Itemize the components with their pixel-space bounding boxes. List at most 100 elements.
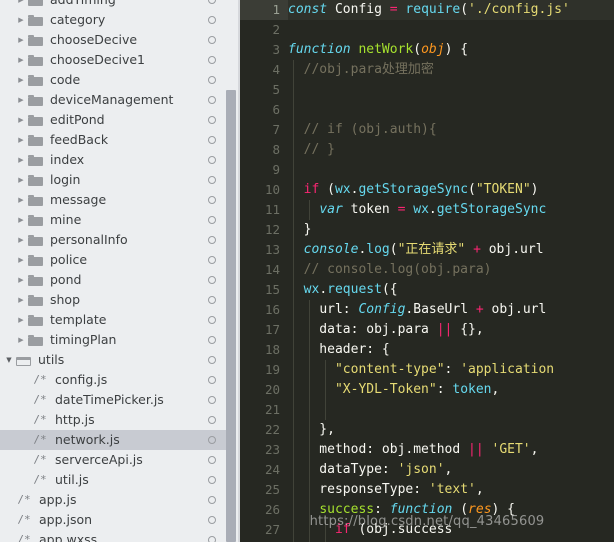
chevron-right-icon[interactable]: ▶: [14, 50, 28, 70]
chevron-down-icon[interactable]: ▼: [2, 350, 16, 370]
code-line[interactable]: function netWork(obj) {: [288, 40, 614, 60]
chevron-right-icon[interactable]: ▶: [14, 170, 28, 190]
status-circle-icon[interactable]: [208, 156, 216, 164]
code-line[interactable]: wx.request({: [288, 280, 614, 300]
status-circle-icon[interactable]: [208, 216, 216, 224]
tree-item-police[interactable]: ▶ police: [0, 250, 228, 270]
tree-item-addtiming[interactable]: ▶ addTiming: [0, 0, 228, 10]
status-circle-icon[interactable]: [208, 456, 216, 464]
code-line[interactable]: [288, 100, 614, 120]
status-circle-icon[interactable]: [208, 316, 216, 324]
status-circle-icon[interactable]: [208, 256, 216, 264]
status-circle-icon[interactable]: [208, 416, 216, 424]
tree-item-feedback[interactable]: ▶ feedBack: [0, 130, 228, 150]
tree-item-app-json[interactable]: /* app.json: [0, 510, 228, 530]
code-line[interactable]: // if (obj.auth){: [288, 120, 614, 140]
code-line[interactable]: if (obj.success: [288, 520, 614, 540]
chevron-right-icon[interactable]: ▶: [14, 0, 28, 10]
code-editor[interactable]: 1 2 3 4 5 6 7 8 9 10 11 12 13 14 15 16 17 18 19 20 21 22 23 24 2…: [240, 0, 614, 542]
status-circle-icon[interactable]: [208, 396, 216, 404]
chevron-right-icon[interactable]: ▶: [14, 10, 28, 30]
chevron-right-icon[interactable]: ▶: [14, 30, 28, 50]
status-circle-icon[interactable]: [208, 356, 216, 364]
status-circle-icon[interactable]: [208, 476, 216, 484]
code-line[interactable]: const Config = require('./config.js': [288, 0, 614, 20]
chevron-right-icon[interactable]: ▶: [14, 130, 28, 150]
status-circle-icon[interactable]: [208, 236, 216, 244]
tree-item-datetimepicker-js[interactable]: /* dateTimePicker.js: [0, 390, 228, 410]
tree-item-personalinfo[interactable]: ▶ personalInfo: [0, 230, 228, 250]
tree-item-template[interactable]: ▶ template: [0, 310, 228, 330]
chevron-right-icon[interactable]: ▶: [14, 190, 28, 210]
status-circle-icon[interactable]: [208, 76, 216, 84]
tree-item-serverceapi-js[interactable]: /* serverceApi.js: [0, 450, 228, 470]
status-circle-icon[interactable]: [208, 136, 216, 144]
code-line[interactable]: if (wx.getStorageSync("TOKEN"): [288, 180, 614, 200]
chevron-right-icon[interactable]: ▶: [14, 90, 28, 110]
chevron-right-icon[interactable]: ▶: [14, 110, 28, 130]
tree-item-choosedecive1[interactable]: ▶ chooseDecive1: [0, 50, 228, 70]
code-line[interactable]: "content-type": 'application: [288, 360, 614, 380]
status-circle-icon[interactable]: [208, 436, 216, 444]
tree-item-category[interactable]: ▶ category: [0, 10, 228, 30]
code-line[interactable]: url: Config.BaseUrl + obj.url: [288, 300, 614, 320]
code-line[interactable]: [288, 400, 614, 420]
chevron-right-icon[interactable]: ▶: [14, 210, 28, 230]
code-line[interactable]: success: function (res) {: [288, 500, 614, 520]
tree-item-shop[interactable]: ▶ shop: [0, 290, 228, 310]
chevron-right-icon[interactable]: ▶: [14, 330, 28, 350]
code-line[interactable]: data: obj.para || {},: [288, 320, 614, 340]
tree-item-devicemanagement[interactable]: ▶ deviceManagement: [0, 90, 228, 110]
chevron-right-icon[interactable]: ▶: [14, 70, 28, 90]
chevron-right-icon[interactable]: ▶: [14, 270, 28, 290]
tree-item-choosedecive[interactable]: ▶ chooseDecive: [0, 30, 228, 50]
code-line[interactable]: header: {: [288, 340, 614, 360]
status-circle-icon[interactable]: [208, 96, 216, 104]
file-explorer-sidebar[interactable]: ▶ addTiming ▶ category ▶ chooseDecive ▶ chooseD…: [0, 0, 240, 542]
tree-item-message[interactable]: ▶ message: [0, 190, 228, 210]
tree-item-timingplan[interactable]: ▶ timingPlan: [0, 330, 228, 350]
code-line[interactable]: // console.log(obj.para): [288, 260, 614, 280]
tree-item-util-js[interactable]: /* util.js: [0, 470, 228, 490]
status-circle-icon[interactable]: [208, 196, 216, 204]
status-circle-icon[interactable]: [208, 376, 216, 384]
tree-item-app-js[interactable]: /* app.js: [0, 490, 228, 510]
tree-item-code[interactable]: ▶ code: [0, 70, 228, 90]
status-circle-icon[interactable]: [208, 296, 216, 304]
status-circle-icon[interactable]: [208, 336, 216, 344]
code-line[interactable]: dataType: 'json',: [288, 460, 614, 480]
sidebar-scrollbar-track[interactable]: [226, 0, 238, 542]
tree-item-http-js[interactable]: /* http.js: [0, 410, 228, 430]
status-circle-icon[interactable]: [208, 516, 216, 524]
tree-item-network-js[interactable]: /* network.js: [0, 430, 228, 450]
chevron-right-icon[interactable]: ▶: [14, 290, 28, 310]
status-circle-icon[interactable]: [208, 56, 216, 64]
tree-item-pond[interactable]: ▶ pond: [0, 270, 228, 290]
tree-item-config-js[interactable]: /* config.js: [0, 370, 228, 390]
status-circle-icon[interactable]: [208, 496, 216, 504]
sidebar-scrollbar-thumb[interactable]: [226, 90, 236, 542]
tree-item-editpond[interactable]: ▶ editPond: [0, 110, 228, 130]
tree-item-login[interactable]: ▶ login: [0, 170, 228, 190]
code-content[interactable]: const Config = require('./config.js' fun…: [288, 0, 614, 542]
chevron-right-icon[interactable]: ▶: [14, 230, 28, 250]
tree-item-index[interactable]: ▶ index: [0, 150, 228, 170]
chevron-right-icon[interactable]: ▶: [14, 250, 28, 270]
tree-item-utils[interactable]: ▼ utils: [0, 350, 228, 370]
status-circle-icon[interactable]: [208, 176, 216, 184]
status-circle-icon[interactable]: [208, 276, 216, 284]
tree-item-app-wxss[interactable]: /* app.wxss: [0, 530, 228, 542]
code-line[interactable]: [288, 80, 614, 100]
code-line[interactable]: }: [288, 220, 614, 240]
status-circle-icon[interactable]: [208, 116, 216, 124]
status-circle-icon[interactable]: [208, 36, 216, 44]
chevron-right-icon[interactable]: ▶: [14, 150, 28, 170]
code-line[interactable]: "X-YDL-Token": token,: [288, 380, 614, 400]
tree-item-mine[interactable]: ▶ mine: [0, 210, 228, 230]
code-line[interactable]: [288, 160, 614, 180]
code-line[interactable]: console.log("正在请求" + obj.url: [288, 240, 614, 260]
file-tree[interactable]: ▶ addTiming ▶ category ▶ chooseDecive ▶ chooseD…: [0, 0, 228, 542]
code-line[interactable]: [288, 20, 614, 40]
code-line[interactable]: //obj.para处理加密: [288, 60, 614, 80]
code-line[interactable]: responseType: 'text',: [288, 480, 614, 500]
